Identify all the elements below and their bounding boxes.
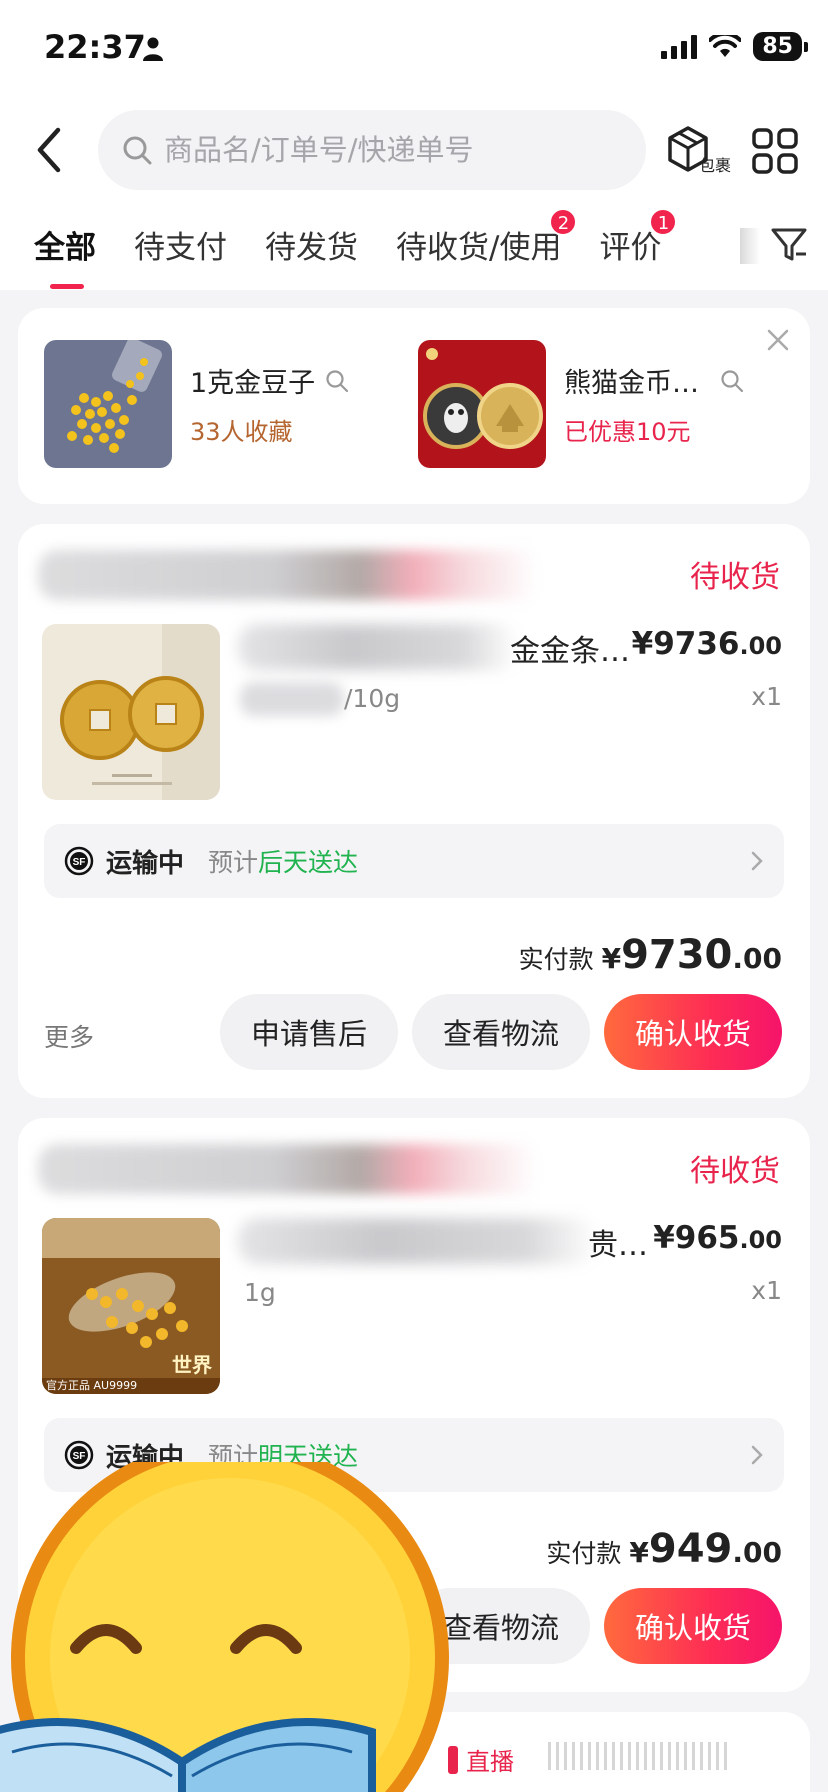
shop-name-blurred: [38, 550, 558, 600]
paid-amount: 实付款 ¥ 949 .00: [546, 1526, 782, 1572]
search-input[interactable]: [164, 133, 624, 167]
rec-item-panda-coin[interactable]: 熊猫金币3… 已优惠10元: [418, 340, 744, 468]
product-image[interactable]: 官方正品 AU9999 世界: [42, 1218, 220, 1394]
product-price: ¥965.00: [653, 1220, 782, 1256]
back-arrow-icon[interactable]: [30, 124, 70, 176]
order-tabs: 全部 待支付 待发货 待收货/使用 2 评价 1: [34, 208, 699, 289]
shop-name-blurred: [38, 1144, 558, 1194]
order-status: 待收货: [690, 560, 780, 595]
shipping-state: 运输中: [106, 848, 185, 879]
tab-all[interactable]: 全部: [34, 222, 96, 289]
tab-pending-payment[interactable]: 待支付: [134, 222, 227, 267]
rec-name: 熊猫金币3…: [564, 368, 710, 399]
product-spec: 1g: [244, 1278, 276, 1307]
status-time: 22:37: [44, 28, 146, 66]
after-sales-button[interactable]: 申请售后: [220, 994, 398, 1070]
search-icon: [123, 136, 152, 165]
product-image[interactable]: [42, 624, 220, 800]
view-logistics-button[interactable]: 查看物流: [412, 994, 590, 1070]
order-card[interactable]: 待收货 金金条… /10g ¥9736.00 x1 SF 运输中 预计后天送达 …: [18, 524, 810, 1098]
product-title[interactable]: 金金条…: [240, 626, 630, 670]
tab-pending-shipment[interactable]: 待发货: [265, 222, 358, 267]
search-bar[interactable]: [98, 110, 646, 190]
chevron-right-icon: [751, 851, 763, 871]
order-status: 待收货: [690, 1154, 780, 1189]
svg-text:SF: SF: [73, 1451, 86, 1462]
panda-coin-thumbnail: [418, 340, 546, 468]
search-icon[interactable]: [720, 369, 744, 393]
paid-amount: 实付款 ¥ 9730 .00: [518, 932, 782, 978]
signal-icon: [661, 34, 698, 59]
filter-icon[interactable]: [770, 226, 808, 264]
rec-favorites: 33人收藏: [190, 418, 293, 446]
tab-badge: 2: [549, 208, 578, 236]
gold-beans-thumbnail: [44, 340, 172, 468]
chevron-right-icon: [751, 1445, 763, 1465]
recommendation-card: 1克金豆子 33人收藏 熊猫金币3… 已优惠10元: [18, 308, 810, 504]
package-label[interactable]: 包裹: [699, 152, 731, 176]
battery-indicator: 85: [753, 32, 808, 61]
status-indicators: 85: [661, 32, 808, 61]
product-quantity: x1: [751, 682, 782, 711]
sf-express-icon: SF: [64, 846, 94, 876]
tab-scroll-fade: [740, 228, 760, 264]
search-icon[interactable]: [325, 369, 349, 393]
confirm-receipt-button[interactable]: 确认收货: [604, 994, 782, 1070]
shipping-status-bar[interactable]: SF 运输中 预计后天送达: [44, 824, 784, 898]
product-image-promo: 世界: [172, 1353, 212, 1377]
product-quantity: x1: [751, 1276, 782, 1305]
close-icon[interactable]: [766, 328, 790, 352]
top-bar: 22:37 85 包裹 全部 待支付 待发货 待收货/使用2 评价1: [0, 0, 828, 290]
rec-item-gold-beans[interactable]: 1克金豆子 33人收藏: [44, 340, 370, 468]
product-price: ¥9736.00: [631, 626, 782, 662]
confirm-receipt-button[interactable]: 确认收货: [604, 1588, 782, 1664]
rec-discount: 已优惠10元: [564, 418, 691, 446]
tab-review[interactable]: 评价 1: [599, 208, 678, 267]
grid-menu-icon[interactable]: [752, 128, 798, 174]
person-icon: [143, 37, 163, 61]
rec-name: 1克金豆子: [190, 368, 316, 399]
reading-emoji-sticker: [0, 1462, 449, 1792]
tab-badge: 1: [649, 208, 678, 236]
product-image-brand: 官方正品 AU9999: [46, 1378, 137, 1392]
barcode-decoration: [548, 1742, 728, 1770]
product-spec-blurred: [240, 682, 344, 716]
tab-pending-receipt[interactable]: 待收货/使用 2: [396, 208, 578, 267]
shipping-eta: 预计后天送达: [208, 848, 359, 877]
more-link[interactable]: 更多: [44, 1018, 94, 1054]
product-spec: /10g: [344, 684, 401, 713]
product-title[interactable]: 贵…: [240, 1220, 648, 1264]
svg-text:SF: SF: [73, 857, 86, 868]
wifi-icon: [709, 34, 742, 57]
